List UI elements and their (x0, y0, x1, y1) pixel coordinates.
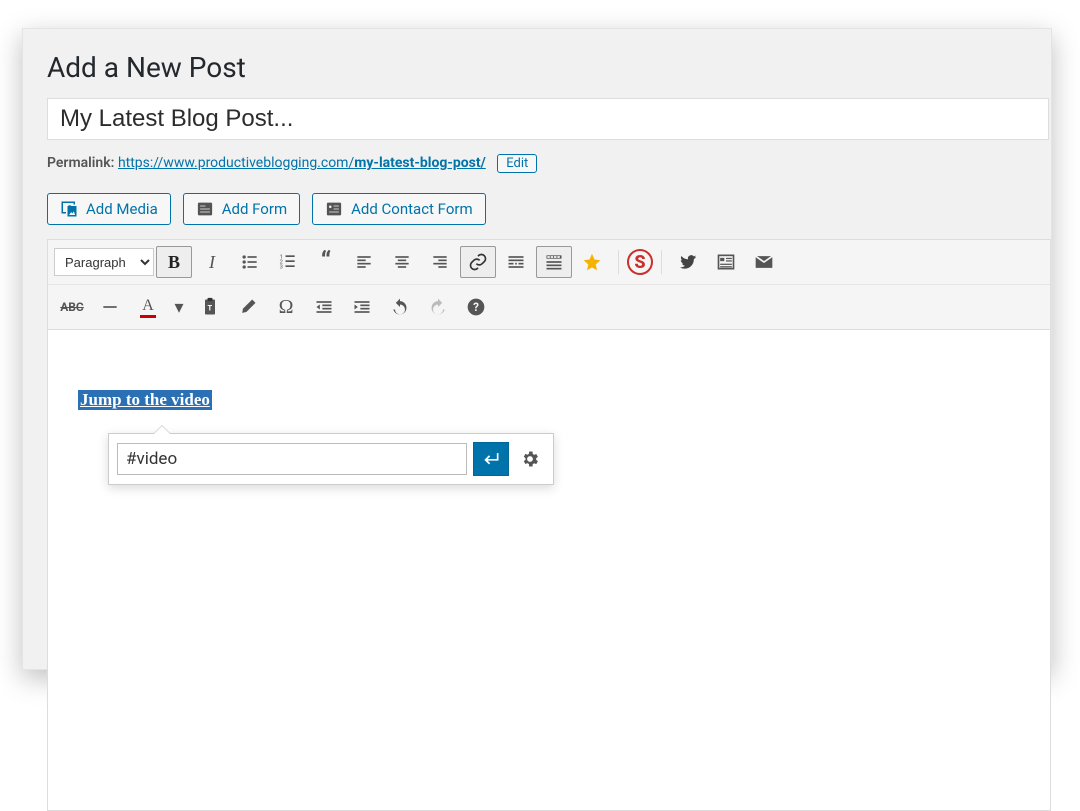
align-left-button[interactable] (346, 246, 382, 278)
permalink-slug: my-latest-blog-post/ (354, 155, 486, 171)
permalink-link[interactable]: https://www.productiveblogging.com/my-la… (118, 155, 486, 171)
italic-button[interactable]: I (194, 246, 230, 278)
selected-link-text[interactable]: Jump to the video (78, 390, 212, 410)
paste-text-button[interactable]: T (192, 291, 228, 323)
editor-toolbar: Paragraph B I 123 “ S (48, 240, 1050, 330)
text-color-dropdown[interactable]: ▾ (168, 291, 190, 323)
special-character-button[interactable]: Ω (268, 291, 304, 323)
star-button[interactable] (574, 246, 610, 278)
plugin-s-button[interactable]: S (627, 249, 653, 275)
link-url-input[interactable] (117, 443, 467, 475)
strikethrough-button[interactable]: ABC (54, 291, 90, 323)
format-select[interactable]: Paragraph (54, 248, 154, 276)
clear-formatting-button[interactable] (230, 291, 266, 323)
editor-panel: Add a New Post Permalink: https://www.pr… (22, 28, 1052, 670)
bulleted-list-button[interactable] (232, 246, 268, 278)
add-media-button[interactable]: Add Media (47, 193, 171, 225)
permalink-base: https://www.productiveblogging.com/ (118, 155, 354, 171)
editor: Paragraph B I 123 “ S (47, 239, 1051, 811)
indent-button[interactable] (344, 291, 380, 323)
svg-text:T: T (208, 303, 213, 312)
insert-more-button[interactable] (498, 246, 534, 278)
permalink-edit-button[interactable]: Edit (497, 154, 537, 173)
layout-button[interactable] (708, 246, 744, 278)
twitter-button[interactable] (670, 246, 706, 278)
toolbar-toggle-button[interactable] (536, 246, 572, 278)
toolbar-separator (618, 250, 619, 274)
numbered-list-button[interactable]: 123 (270, 246, 306, 278)
blockquote-button[interactable]: “ (308, 246, 344, 278)
post-title-input[interactable] (47, 98, 1049, 140)
add-form-button[interactable]: Add Form (183, 193, 300, 225)
undo-button[interactable] (382, 291, 418, 323)
svg-text:3: 3 (280, 265, 283, 271)
enter-icon (481, 449, 501, 469)
svg-text:?: ? (473, 300, 479, 314)
contact-form-icon (325, 200, 343, 218)
bold-button[interactable]: B (156, 246, 192, 278)
text-color-button[interactable]: A (130, 291, 166, 323)
insert-link-button[interactable] (460, 246, 496, 278)
add-contact-form-label: Add Contact Form (351, 200, 473, 218)
toolbar-row-2: ABC A ▾ T Ω ? (48, 284, 1050, 329)
content-area[interactable]: Jump to the video (48, 330, 1050, 810)
form-icon (196, 200, 214, 218)
media-button-row: Add Media Add Form Add Contact Form (47, 193, 1051, 225)
add-contact-form-button[interactable]: Add Contact Form (312, 193, 486, 225)
media-icon (60, 200, 78, 218)
permalink-label: Permalink: (47, 155, 114, 171)
align-right-button[interactable] (422, 246, 458, 278)
link-popover (108, 433, 554, 485)
gear-icon (520, 449, 540, 469)
add-form-label: Add Form (222, 200, 287, 218)
redo-button[interactable] (420, 291, 456, 323)
outdent-button[interactable] (306, 291, 342, 323)
link-settings-button[interactable] (515, 443, 545, 475)
page-heading: Add a New Post (47, 51, 1051, 84)
toolbar-separator (661, 250, 662, 274)
help-button[interactable]: ? (458, 291, 494, 323)
align-center-button[interactable] (384, 246, 420, 278)
envelope-button[interactable] (746, 246, 782, 278)
add-media-label: Add Media (86, 200, 158, 218)
link-apply-button[interactable] (473, 442, 509, 476)
toolbar-row-1: Paragraph B I 123 “ S (48, 240, 1050, 284)
permalink-row: Permalink: https://www.productivebloggin… (47, 154, 1051, 173)
horizontal-rule-button[interactable] (92, 291, 128, 323)
